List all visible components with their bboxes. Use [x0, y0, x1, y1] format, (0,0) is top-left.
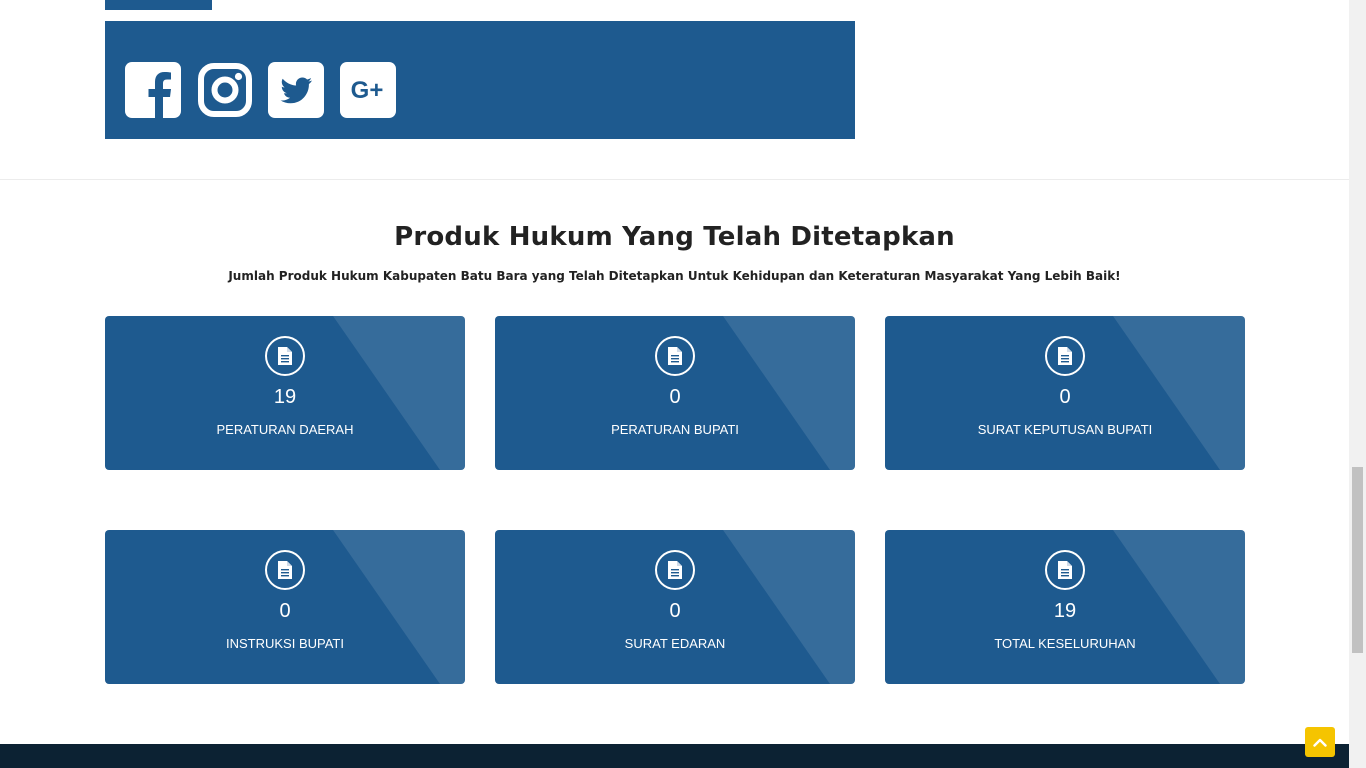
document-icon	[655, 550, 695, 590]
google-plus-icon[interactable]: G+	[340, 62, 396, 118]
document-icon	[1045, 336, 1085, 376]
section-divider	[0, 179, 1349, 180]
stat-count: 0	[669, 600, 681, 622]
instagram-icon[interactable]	[197, 62, 253, 118]
stat-label: SURAT EDARAN	[624, 636, 726, 651]
stat-label: SURAT KEPUTUSAN BUPATI	[977, 422, 1153, 437]
twitter-icon[interactable]	[268, 62, 324, 118]
stat-count: 0	[279, 600, 291, 622]
section-subtitle: Jumlah Produk Hukum Kabupaten Batu Bara …	[228, 269, 1121, 283]
stat-card-surat-edaran[interactable]: 0 SURAT EDARAN	[495, 530, 855, 684]
stat-card-peraturan-daerah[interactable]: 19 PERATURAN DAERAH	[105, 316, 465, 470]
stat-card-instruksi-bupati[interactable]: 0 INSTRUKSI BUPATI	[105, 530, 465, 684]
document-icon	[265, 550, 305, 590]
stat-card-peraturan-bupati[interactable]: 0 PERATURAN BUPATI	[495, 316, 855, 470]
document-icon	[655, 336, 695, 376]
back-to-top-button[interactable]	[1305, 727, 1335, 757]
stat-card-total-keseluruhan[interactable]: 19 TOTAL KESELURUHAN	[885, 530, 1245, 684]
stat-card-surat-keputusan-bupati[interactable]: 0 SURAT KEPUTUSAN BUPATI	[885, 316, 1245, 470]
google-plus-label: G+	[351, 77, 384, 104]
section-title: Produk Hukum Yang Telah Ditetapkan	[394, 222, 955, 252]
stat-label: PERATURAN DAERAH	[216, 422, 354, 437]
footer-bar	[0, 744, 1349, 768]
facebook-icon[interactable]	[125, 62, 181, 118]
social-panel: G+	[105, 21, 855, 139]
stat-label: TOTAL KESELURUHAN	[994, 636, 1136, 651]
document-icon	[265, 336, 305, 376]
stat-count: 19	[273, 386, 297, 408]
stat-label: PERATURAN BUPATI	[611, 422, 739, 437]
page-scrollbar[interactable]	[1349, 0, 1366, 768]
scrollbar-thumb[interactable]	[1352, 467, 1363, 653]
chevron-up-icon	[1313, 738, 1327, 747]
stat-label: INSTRUKSI BUPATI	[226, 636, 344, 651]
top-tab	[105, 0, 212, 10]
page: G+ Produk Hukum Yang Telah Ditetapkan Ju…	[0, 0, 1349, 768]
stat-count: 0	[669, 386, 681, 408]
stat-count: 0	[1059, 386, 1071, 408]
document-icon	[1045, 550, 1085, 590]
stat-count: 19	[1053, 600, 1077, 622]
